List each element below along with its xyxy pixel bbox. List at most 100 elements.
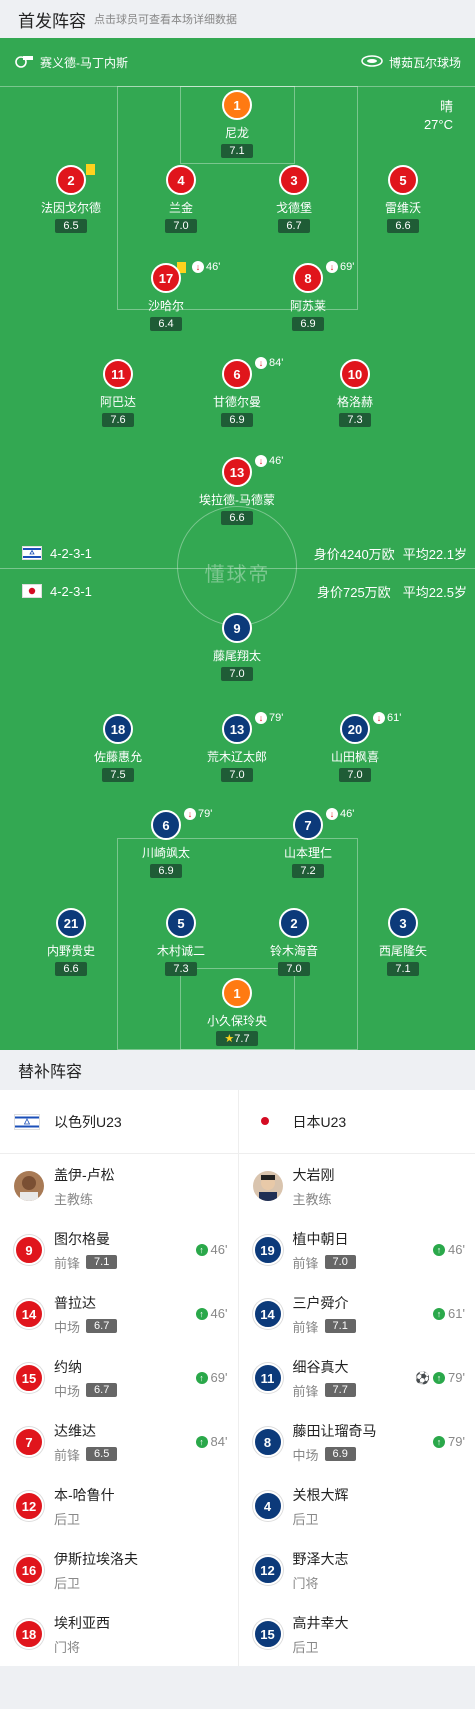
goal-ball-icon: ⚽ (415, 1370, 431, 1385)
player-name: 山田枫喜 (330, 750, 379, 764)
player-name: 阿苏莱 (289, 299, 326, 313)
sub-name: 植中朝日 (292, 1230, 349, 1247)
sub-row[interactable]: 7 达维达 前锋 6.5 ↑ 84' (0, 1410, 238, 1474)
player-number: 17 (151, 263, 181, 293)
sub-minute: 84' (269, 357, 284, 369)
sub-row[interactable]: 15 高井幸大 后卫 (239, 1602, 475, 1666)
away-player[interactable]: 3 西尾隆矢 7.1 (343, 908, 463, 977)
sub-row[interactable]: 15 约纳 中场 6.7 ↑ 69' (0, 1346, 238, 1410)
coach-role: 主教练 (54, 1191, 94, 1207)
away-player[interactable]: ↓ 79' 6 川崎飒太 6.9 (106, 808, 226, 879)
home-player[interactable]: 3 戈德堡 6.7 (234, 165, 354, 234)
player-number: 11 (103, 359, 133, 389)
sub-name: 达维达 (54, 1422, 96, 1439)
away-player[interactable]: ↓ 61' 20 山田枫喜 7.0 (295, 712, 415, 783)
sub-row[interactable]: 11 细谷真大 前锋 7.7 ⚽ ↑ 79' (239, 1346, 475, 1410)
away-player[interactable]: ↓ 46' 7 山本理仁 7.2 (248, 808, 368, 879)
home-player[interactable]: ↓ 46' 13 埃拉德-马德蒙 6.6 (177, 455, 297, 526)
away-player[interactable]: 1 小久保玲央 ★7.7 (177, 978, 297, 1047)
weather: 晴 27°C (424, 98, 453, 134)
sub-row[interactable]: 4 关根大辉 后卫 (239, 1474, 475, 1538)
away-player[interactable]: 5 木村诚二 7.3 (121, 908, 241, 977)
sub-rating: 7.1 (86, 1255, 118, 1269)
away-coach-row[interactable]: 大岩刚 主教练 (239, 1154, 475, 1218)
whistle-icon (14, 54, 34, 71)
away-player[interactable]: ↓ 79' 13 荒木辽太郎 7.0 (177, 712, 297, 783)
sub-rating: 6.9 (324, 1447, 356, 1461)
player-number: 8 (293, 263, 323, 293)
sub-name: 细谷真大 (292, 1358, 349, 1375)
away-player[interactable]: 21 内野贵史 6.6 (11, 908, 131, 977)
sub-row[interactable]: 14 普拉达 中场 6.7 ↑ 46' (0, 1282, 238, 1346)
israel-flag-icon (22, 546, 42, 560)
sub-in-icon: ↑ (433, 1307, 446, 1320)
sub-name: 伊斯拉埃洛夫 (54, 1550, 138, 1567)
sub-number: 15 (14, 1363, 44, 1393)
sub-in-icon: ↑ (433, 1243, 446, 1256)
player-rating: 7.3 (165, 962, 197, 976)
sub-rating: 6.7 (86, 1383, 118, 1397)
away-player[interactable]: 9 藤尾翔太 7.0 (177, 613, 297, 682)
player-name: 佐藤惠允 (93, 750, 142, 764)
sub-number: 16 (14, 1555, 44, 1585)
sub-row[interactable]: 16 伊斯拉埃洛夫 后卫 (0, 1538, 238, 1602)
player-number: 1 (222, 978, 252, 1008)
player-rating: 6.9 (221, 413, 253, 427)
sub-name: 埃利亚西 (54, 1614, 110, 1631)
sub-row[interactable]: 8 藤田让瑠奇马 中场 6.9 ↑ 79' (239, 1410, 475, 1474)
coach-name: 赛义德-马丁内斯 (40, 55, 128, 70)
home-player[interactable]: 2 法因戈尔德 6.5 (11, 164, 131, 234)
sub-row[interactable]: 18 埃利亚西 门将 (0, 1602, 238, 1666)
player-rating: 6.4 (150, 317, 182, 331)
player-number: 5 (166, 908, 196, 938)
sub-number: 7 (14, 1427, 44, 1457)
player-number: 3 (388, 908, 418, 938)
home-formation: 4-2-3-1 (50, 545, 92, 561)
home-player[interactable]: 11 阿巴达 7.6 (58, 359, 178, 428)
sub-row[interactable]: 19 植中朝日 前锋 7.0 ↑ 46' (239, 1218, 475, 1282)
sub-number: 19 (252, 1235, 283, 1265)
sub-row[interactable]: 12 野泽大志 门将 (239, 1538, 475, 1602)
sub-number: 12 (14, 1491, 44, 1521)
sub-position: 后卫 (292, 1639, 319, 1655)
sub-in-icon: ↑ (195, 1371, 208, 1384)
sub-row[interactable]: 12 本-哈鲁什 后卫 (0, 1474, 238, 1538)
home-player[interactable]: 4 兰金 7.0 (121, 165, 241, 234)
player-name: 雷维沃 (384, 201, 421, 215)
away-player[interactable]: 18 佐藤惠允 7.5 (58, 714, 178, 783)
home-player[interactable]: ↓ 69' 8 阿苏莱 6.9 (248, 261, 368, 332)
japan-flag-icon (22, 584, 42, 598)
sub-name: 关根大辉 (292, 1486, 349, 1503)
player-rating: 6.6 (221, 511, 253, 525)
away-formation: 4-2-3-1 (50, 583, 92, 599)
player-name: 川崎飒太 (141, 846, 190, 860)
stadium-icon (361, 54, 383, 71)
player-name: 木村诚二 (156, 944, 205, 958)
player-number: 2 (279, 908, 309, 938)
player-number: 1 (222, 90, 252, 120)
sub-minute: 46' (448, 1242, 465, 1257)
sub-out-icon: ↓ (255, 455, 267, 467)
home-player[interactable]: ↓ 84' 6 甘德尔曼 6.9 (177, 357, 297, 428)
player-name: 铃木海音 (269, 944, 318, 958)
sub-row[interactable]: 9 图尔格曼 前锋 7.1 ↑ 46' (0, 1218, 238, 1282)
home-coach-row[interactable]: 盖伊-卢松 主教练 (0, 1154, 238, 1218)
away-player[interactable]: 2 铃木海音 7.0 (234, 908, 354, 977)
home-player[interactable]: 10 格洛赫 7.3 (295, 359, 415, 428)
sub-minute: 79' (448, 1370, 465, 1385)
player-number: 9 (222, 613, 252, 643)
sub-rating: 7.7 (324, 1383, 356, 1397)
sub-row[interactable]: 14 三户舜介 前锋 7.1 ↑ 61' (239, 1282, 475, 1346)
player-number: 6 (222, 359, 252, 389)
home-player[interactable]: 5 雷维沃 6.6 (343, 165, 463, 234)
lineup-header: 首发阵容 点击球员可查看本场详细数据 (0, 0, 475, 38)
avatar (252, 1171, 283, 1201)
player-rating: ★7.7 (216, 1031, 258, 1046)
sub-number: 14 (14, 1299, 44, 1329)
home-player[interactable]: 1 尼龙 7.1 (177, 90, 297, 159)
sub-position: 后卫 (292, 1511, 319, 1527)
sub-minute: 61' (448, 1306, 465, 1321)
away-team-row: 日本U23 (238, 1090, 475, 1154)
home-player[interactable]: ↓ 46' 17 沙哈尔 6.4 (106, 261, 226, 332)
sub-out-icon: ↓ (373, 712, 385, 724)
